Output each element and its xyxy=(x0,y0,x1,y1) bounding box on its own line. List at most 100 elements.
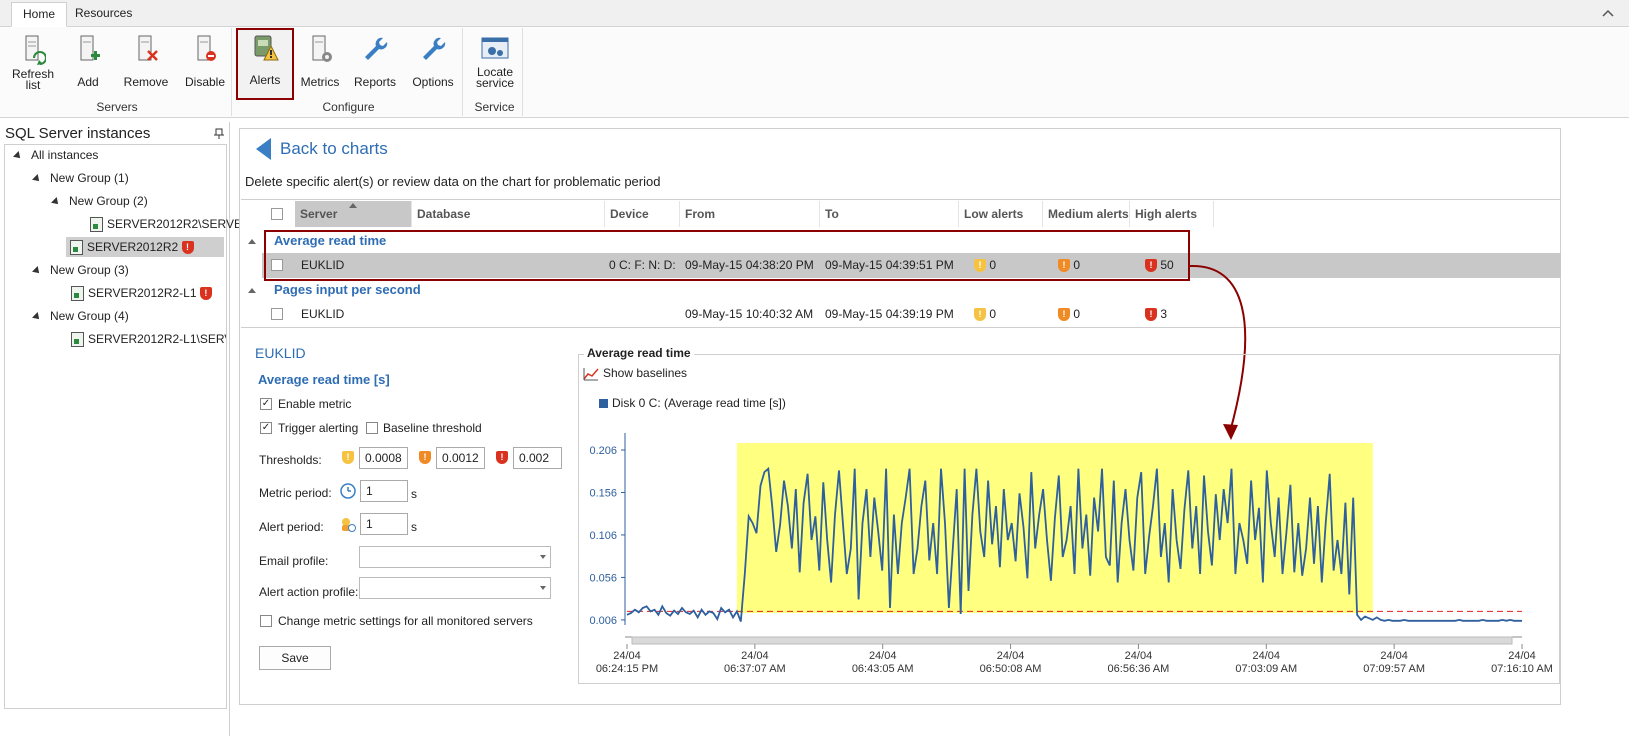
tree-node-group-4[interactable]: New Group (4) xyxy=(32,306,129,326)
column-label: Server xyxy=(300,207,338,221)
x-tick-time: 06:43:05 AM xyxy=(852,663,914,675)
legend-swatch xyxy=(599,399,608,409)
x-tick-date: 24/04 xyxy=(1253,650,1281,662)
chart-legend: Disk 0 C: (Average read time [s]) xyxy=(599,396,786,410)
column-header-low-alerts[interactable]: Low alerts xyxy=(959,201,1043,227)
remove-server-icon xyxy=(138,35,158,61)
clock-icon xyxy=(340,483,356,499)
alert-action-profile-select[interactable] xyxy=(359,577,551,599)
alert-action-profile-label: Alert action profile: xyxy=(259,585,359,599)
tree-node-group-2[interactable]: New Group (2) xyxy=(51,191,148,211)
high-alert-icon: ! xyxy=(1145,308,1157,322)
back-to-charts-link[interactable]: Back to charts xyxy=(280,139,388,159)
highlight-box xyxy=(264,230,1190,281)
trigger-alerting-label: Trigger alerting xyxy=(278,421,359,435)
baseline-threshold-checkbox[interactable] xyxy=(366,422,378,434)
locate-service-button[interactable]: Locate service xyxy=(470,32,520,89)
reports-button[interactable]: Reports xyxy=(350,32,400,88)
alert-period-label: Alert period: xyxy=(259,520,324,534)
refresh-list-button[interactable]: Refresh list xyxy=(7,32,59,91)
column-header-from[interactable]: From xyxy=(680,201,820,227)
collapse-ribbon-icon[interactable] xyxy=(1601,6,1615,20)
column-header-device[interactable]: Device xyxy=(605,201,680,227)
column-header-server[interactable]: Server xyxy=(295,201,412,227)
column-header-medium-alerts[interactable]: Medium alerts xyxy=(1043,201,1130,227)
tree-label: New Group (2) xyxy=(69,194,148,208)
tree-node-server-4[interactable]: SERVER2012R2-L1\SERVER xyxy=(71,329,226,349)
tree-node-group-3[interactable]: New Group (3) xyxy=(32,260,129,280)
pin-icon[interactable] xyxy=(213,128,225,140)
ribbon-group-service: Locate service Service xyxy=(467,28,523,116)
medium-threshold-icon: ! xyxy=(419,451,431,464)
server-icon xyxy=(70,240,83,256)
tab-home[interactable]: Home xyxy=(11,2,68,27)
metrics-button[interactable]: Metrics xyxy=(297,32,343,88)
tree-label: SERVER2012R2 xyxy=(87,240,179,254)
tree-label: SERVER2012R2-L1 xyxy=(88,286,197,300)
show-baselines-button[interactable]: Show baselines xyxy=(583,366,687,381)
y-tick-label: 0.056 xyxy=(589,572,617,584)
high-threshold-input[interactable]: 0.002 xyxy=(513,447,562,469)
x-tick-date: 24/04 xyxy=(1508,650,1536,662)
row-checkbox[interactable] xyxy=(271,308,283,320)
cell-medium-alerts: 0 xyxy=(1073,307,1081,321)
metric-period-unit: s xyxy=(411,487,417,501)
x-tick-date: 24/04 xyxy=(613,650,641,662)
options-label: Options xyxy=(412,75,454,89)
email-profile-select[interactable] xyxy=(359,546,551,568)
x-tick-time: 07:03:09 AM xyxy=(1235,663,1297,675)
group-title-pages-input[interactable]: Pages input per second xyxy=(274,282,421,297)
low-alert-icon: ! xyxy=(974,308,986,322)
tree-node-all-instances[interactable]: All instances xyxy=(13,145,99,165)
alerts-icon xyxy=(254,35,279,61)
metric-period-input[interactable]: 1 xyxy=(360,480,408,502)
x-tick-time: 07:09:57 AM xyxy=(1363,663,1425,675)
alert-period-input[interactable]: 1 xyxy=(360,513,408,535)
alerts-button[interactable]: Alerts xyxy=(236,28,294,100)
collapse-group-icon[interactable] xyxy=(248,238,256,244)
tree-node-server-3[interactable]: SERVER2012R2-L1 ! xyxy=(71,283,212,303)
configure-group-label: Configure xyxy=(322,100,375,114)
column-header-to[interactable]: To xyxy=(820,201,959,227)
tree-label: All instances xyxy=(31,148,99,162)
chart-scrollbar[interactable] xyxy=(631,636,1513,645)
metric-title: Average read time [s] xyxy=(258,372,390,387)
tree-label: New Group (4) xyxy=(50,309,129,323)
metrics-icon xyxy=(312,35,332,62)
line-chart: 0.0060.0560.1060.1560.20624/0406:24:15 P… xyxy=(589,433,1552,675)
enable-metric-checkbox[interactable]: ✓ xyxy=(260,398,272,410)
alerts-label: Alerts xyxy=(249,73,281,87)
back-arrow-icon[interactable] xyxy=(255,137,273,161)
add-server-button[interactable]: Add xyxy=(65,32,111,88)
tab-resources[interactable]: Resources xyxy=(64,2,143,27)
ribbon-group-servers: Refresh list Add Remove Disable Servers xyxy=(3,28,232,116)
sort-asc-icon xyxy=(349,203,357,208)
disable-server-icon xyxy=(197,35,216,61)
trigger-alerting-checkbox[interactable]: ✓ xyxy=(260,422,272,434)
x-tick-date: 24/04 xyxy=(1125,650,1153,662)
enable-metric-label: Enable metric xyxy=(278,397,352,411)
column-header-high-alerts[interactable]: High alerts xyxy=(1130,201,1214,227)
medium-threshold-input[interactable]: 0.0012 xyxy=(436,447,485,469)
refresh-label-2: list xyxy=(25,78,41,92)
alert-period-unit: s xyxy=(411,520,417,534)
medium-alert-icon: ! xyxy=(1058,308,1070,322)
low-threshold-icon: ! xyxy=(342,451,354,464)
add-server-icon xyxy=(80,35,100,61)
low-threshold-input[interactable]: 0.0008 xyxy=(359,447,408,469)
change-all-checkbox[interactable] xyxy=(260,615,272,627)
select-all-checkbox[interactable] xyxy=(271,208,283,220)
show-baselines-label: Show baselines xyxy=(603,366,688,380)
ribbon-tabs: Home Resources xyxy=(0,0,1629,27)
column-header-database[interactable]: Database xyxy=(412,201,605,227)
collapse-group-icon[interactable] xyxy=(248,287,256,293)
tree-node-group-1[interactable]: New Group (1) xyxy=(32,168,129,188)
tree-node-server-1[interactable]: SERVER2012R2\SERVEF xyxy=(90,214,249,234)
disable-server-button[interactable]: Disable xyxy=(179,32,231,88)
tree-node-server-2-selected[interactable]: SERVER2012R2 ! xyxy=(66,237,224,257)
remove-server-button[interactable]: Remove xyxy=(120,32,172,88)
save-button[interactable]: Save xyxy=(259,646,331,670)
y-tick-label: 0.006 xyxy=(589,615,617,627)
options-button[interactable]: Options xyxy=(407,32,459,88)
x-tick-time: 06:24:15 PM xyxy=(596,663,658,675)
